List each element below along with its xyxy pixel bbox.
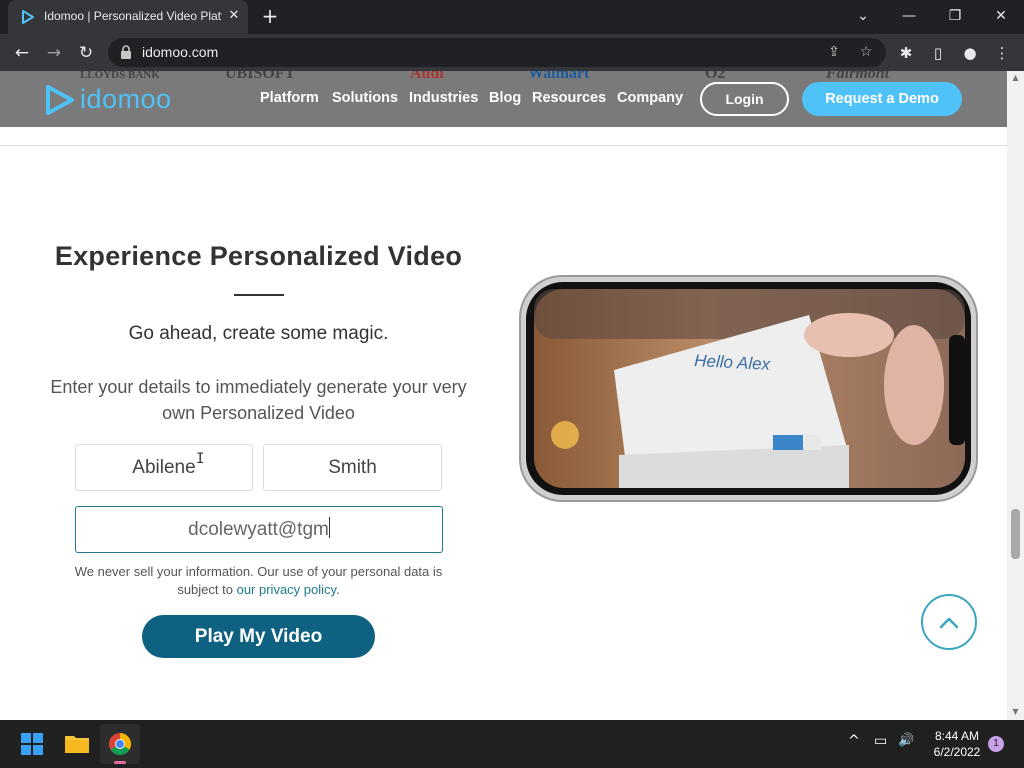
close-window-button[interactable]: ✕ — [978, 0, 1024, 34]
browser-toolbar: ← → ↻ idomoo.com ⇪ ☆ ✱ ▯ ● ⋮ — [0, 34, 1024, 71]
client-logo: Audi — [410, 71, 444, 82]
scroll-down-arrow-icon[interactable]: ▼ — [1010, 707, 1021, 716]
address-bar[interactable]: idomoo.com ⇪ ☆ — [108, 38, 886, 67]
nav-company[interactable]: Company — [617, 90, 683, 106]
nav-industries[interactable]: Industries — [409, 90, 478, 106]
chrome-icon — [109, 733, 131, 755]
clock-date: 6/2/2022 — [933, 745, 981, 759]
bookmark-star-icon[interactable]: ☆ — [856, 42, 876, 62]
clock-time: 8:44 AM — [934, 729, 980, 743]
text-cursor-icon: I — [196, 451, 205, 467]
browser-tab-active[interactable]: Idomoo | Personalized Video Platform ✕ — [8, 0, 248, 34]
phone-video-preview[interactable]: Hello Alex — [519, 275, 978, 502]
windows-taskbar: ^ ▭ 🔊 8:44 AM 6/2/2022 1 — [0, 720, 1024, 768]
volume-icon[interactable]: 🔊 — [898, 733, 914, 748]
profile-icon[interactable]: ● — [958, 41, 982, 65]
idomoo-play-logo-icon — [46, 85, 74, 115]
extensions-icon[interactable]: ✱ — [894, 41, 918, 65]
scroll-up-arrow-icon[interactable]: ▲ — [1010, 73, 1021, 82]
scroll-to-top-button[interactable] — [921, 594, 977, 650]
restore-button[interactable]: ❐ — [932, 0, 978, 34]
new-tab-button[interactable]: + — [258, 5, 282, 29]
nav-solutions[interactable]: Solutions — [332, 90, 398, 106]
tab-title: Idomoo | Personalized Video Platform — [44, 9, 222, 23]
text-caret — [328, 517, 330, 538]
forward-button[interactable]: → — [42, 41, 66, 65]
site-header: LLOYDS BANK UBISOFT Audi Walmart O2 Fair… — [0, 71, 1007, 127]
privacy-policy-link[interactable]: our privacy policy — [237, 582, 336, 597]
nav-platform[interactable]: Platform — [260, 90, 319, 106]
network-display-icon[interactable]: ▭ — [874, 733, 887, 749]
scrollbar-thumb[interactable] — [1011, 509, 1020, 559]
notification-badge[interactable]: 1 — [988, 736, 1004, 752]
play-my-video-button[interactable]: Play My Video — [142, 615, 375, 658]
client-logo: Walmart — [528, 71, 590, 82]
email-value: dcolewyatt@tgm — [188, 519, 329, 540]
email-input[interactable]: dcolewyatt@tgm — [75, 506, 443, 553]
first-name-input[interactable]: Abilene — [75, 444, 253, 491]
section-subheading: Go ahead, create some magic. — [128, 323, 389, 344]
lock-icon[interactable] — [120, 45, 132, 59]
file-explorer-button[interactable] — [57, 724, 97, 764]
active-app-indicator — [114, 761, 126, 764]
tab-search-chevron-icon[interactable]: ⌄ — [840, 0, 886, 34]
side-panel-icon[interactable]: ▯ — [926, 41, 950, 65]
nav-blog[interactable]: Blog — [489, 90, 521, 106]
tray-overflow-chevron-icon[interactable]: ^ — [848, 733, 860, 749]
folder-icon — [65, 736, 89, 753]
windows-logo-icon — [21, 733, 43, 755]
tab-close-icon[interactable]: ✕ — [226, 8, 242, 24]
idomoo-favicon-icon — [22, 10, 34, 24]
page-viewport: LLOYDS BANK UBISOFT Audi Walmart O2 Fair… — [0, 71, 1007, 720]
share-icon[interactable]: ⇪ — [824, 42, 844, 62]
brand-name: idomoo — [80, 84, 172, 114]
browser-tab-bar: Idomoo | Personalized Video Platform ✕ +… — [0, 0, 1024, 34]
chrome-taskbar-button[interactable] — [100, 724, 140, 764]
browser-menu-icon[interactable]: ⋮ — [990, 41, 1014, 65]
nav-resources[interactable]: Resources — [532, 90, 606, 106]
intro-text: Enter your details to immediately genera… — [50, 377, 467, 423]
start-button[interactable] — [12, 724, 52, 764]
login-button[interactable]: Login — [700, 82, 789, 116]
taskbar-clock[interactable]: 8:44 AM 6/2/2022 — [928, 728, 986, 760]
section-divider — [0, 145, 1007, 146]
url-text: idomoo.com — [142, 44, 219, 60]
heading-underline — [234, 294, 284, 296]
client-logo: UBISOFT — [225, 71, 296, 82]
minimize-button[interactable]: — — [886, 0, 932, 34]
last-name-input[interactable]: Smith — [263, 444, 442, 491]
page-scrollbar[interactable]: ▲ ▼ — [1007, 71, 1024, 720]
chevron-up-icon — [939, 617, 959, 629]
client-logo: LLOYDS BANK — [80, 71, 160, 81]
section-heading: Experience Personalized Video — [54, 241, 463, 271]
video-caption: Hello Alex — [694, 351, 771, 374]
privacy-period: . — [336, 582, 340, 597]
privacy-notice: We never sell your information. Our use … — [60, 563, 457, 599]
reload-button[interactable]: ↻ — [74, 41, 98, 65]
request-demo-button[interactable]: Request a Demo — [802, 82, 962, 116]
back-button[interactable]: ← — [10, 41, 34, 65]
